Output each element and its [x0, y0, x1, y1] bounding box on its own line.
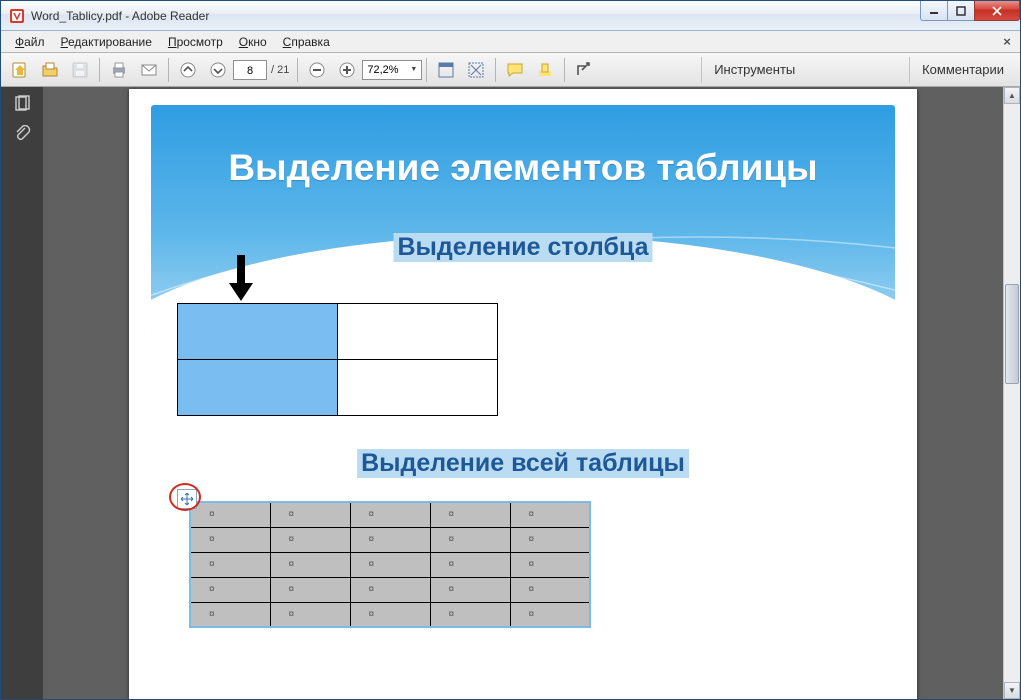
- table-cell: ¤: [430, 527, 510, 552]
- down-arrow-icon: [229, 255, 253, 303]
- page-viewer[interactable]: Выделение элементов таблицы Выделение ст…: [43, 87, 1003, 699]
- annotation-red-circle: [169, 483, 201, 511]
- menu-window-label: кно: [248, 35, 267, 49]
- full-table-selection-wrapper: ¤¤¤¤¤ ¤¤¤¤¤ ¤¤¤¤¤ ¤¤¤¤¤ ¤¤¤¤¤: [189, 501, 591, 628]
- export-pdf-button[interactable]: [7, 57, 33, 83]
- table-cell: ¤: [510, 502, 590, 527]
- full-selection-table: ¤¤¤¤¤ ¤¤¤¤¤ ¤¤¤¤¤ ¤¤¤¤¤ ¤¤¤¤¤: [189, 501, 591, 628]
- vertical-scrollbar[interactable]: ▲ ▼: [1003, 87, 1020, 699]
- table-cell: [338, 360, 498, 416]
- table-cell: [338, 304, 498, 360]
- table-cell: ¤: [270, 577, 350, 602]
- table-cell: ¤: [270, 527, 350, 552]
- subtitle-table-selection: Выделение всей таблицы: [357, 449, 689, 478]
- subtitle-column-selection: Выделение столбца: [394, 233, 653, 262]
- table-cell: ¤: [510, 602, 590, 627]
- window-close-button[interactable]: [974, 1, 1020, 21]
- scroll-track[interactable]: [1004, 104, 1020, 682]
- table-cell: ¤: [190, 552, 270, 577]
- chevron-down-icon: ▼: [410, 66, 417, 73]
- table-cell: ¤: [190, 577, 270, 602]
- scroll-down-button[interactable]: ▼: [1004, 682, 1020, 699]
- toolbar: 8 / 21 72,2% ▼ Инструменты: [1, 53, 1020, 87]
- email-button[interactable]: [136, 57, 162, 83]
- table-cell: ¤: [430, 602, 510, 627]
- table-cell: ¤: [510, 527, 590, 552]
- zoom-in-button[interactable]: [334, 57, 360, 83]
- table-cell: ¤: [190, 527, 270, 552]
- window-title: Word_Tablicy.pdf - Adobe Reader: [31, 9, 209, 23]
- close-document-button[interactable]: ×: [1000, 34, 1014, 49]
- menu-view[interactable]: Просмотр: [160, 33, 231, 51]
- page-number-input[interactable]: 8: [233, 60, 267, 80]
- menu-file-label: айл: [24, 35, 44, 49]
- tool-hand-button[interactable]: [463, 57, 489, 83]
- save-button[interactable]: [67, 57, 93, 83]
- slide-title: Выделение элементов таблицы: [151, 105, 895, 189]
- table-cell: ¤: [270, 552, 350, 577]
- pdf-page: Выделение элементов таблицы Выделение ст…: [129, 89, 917, 699]
- page-total-label: / 21: [271, 64, 289, 76]
- slide-banner: Выделение элементов таблицы: [151, 105, 895, 335]
- zoom-value: 72,2%: [367, 64, 398, 76]
- column-selection-table: [177, 303, 498, 416]
- table-cell: ¤: [350, 527, 430, 552]
- adobe-reader-icon: [9, 8, 25, 24]
- page-down-button[interactable]: [205, 57, 231, 83]
- scroll-thumb[interactable]: [1005, 284, 1019, 384]
- table-cell: [178, 360, 338, 416]
- window-minimize-button[interactable]: [920, 1, 948, 21]
- tools-pane-button[interactable]: Инструменты: [701, 57, 807, 83]
- table-cell: ¤: [350, 577, 430, 602]
- table-cell: ¤: [190, 502, 270, 527]
- table-cell: ¤: [350, 502, 430, 527]
- menubar: Файл Редактирование Просмотр Окно Справк…: [1, 31, 1020, 53]
- tool-select-button[interactable]: [433, 57, 459, 83]
- print-button[interactable]: [106, 57, 132, 83]
- menu-help-label: правка: [291, 35, 329, 49]
- table-cell: ¤: [510, 552, 590, 577]
- table-cell: ¤: [350, 602, 430, 627]
- scroll-up-button[interactable]: ▲: [1004, 87, 1020, 104]
- thumbnails-icon[interactable]: [11, 93, 33, 115]
- table-cell: ¤: [430, 577, 510, 602]
- menu-view-label: росмотр: [177, 35, 223, 49]
- comments-pane-button[interactable]: Комментарии: [909, 57, 1016, 83]
- open-button[interactable]: [37, 57, 63, 83]
- table-cell: [178, 304, 338, 360]
- zoom-dropdown[interactable]: 72,2% ▼: [362, 60, 422, 80]
- read-mode-button[interactable]: [571, 57, 597, 83]
- nav-sidebar: [1, 87, 43, 699]
- zoom-out-button[interactable]: [304, 57, 330, 83]
- attachments-icon[interactable]: [11, 123, 33, 145]
- table-cell: ¤: [430, 552, 510, 577]
- menu-edit[interactable]: Редактирование: [53, 33, 160, 51]
- highlight-button[interactable]: [532, 57, 558, 83]
- table-cell: ¤: [350, 552, 430, 577]
- menu-edit-label: едактирование: [68, 35, 152, 49]
- table-cell: ¤: [270, 502, 350, 527]
- menu-window[interactable]: Окно: [231, 33, 275, 51]
- menu-file[interactable]: Файл: [7, 33, 53, 51]
- table-cell: ¤: [270, 602, 350, 627]
- menu-help[interactable]: Справка: [275, 33, 338, 51]
- window-titlebar: Word_Tablicy.pdf - Adobe Reader: [1, 1, 1020, 31]
- table-cell: ¤: [510, 577, 590, 602]
- window-maximize-button[interactable]: [947, 1, 975, 21]
- table-cell: ¤: [430, 502, 510, 527]
- table-cell: ¤: [190, 602, 270, 627]
- page-up-button[interactable]: [175, 57, 201, 83]
- comment-button[interactable]: [502, 57, 528, 83]
